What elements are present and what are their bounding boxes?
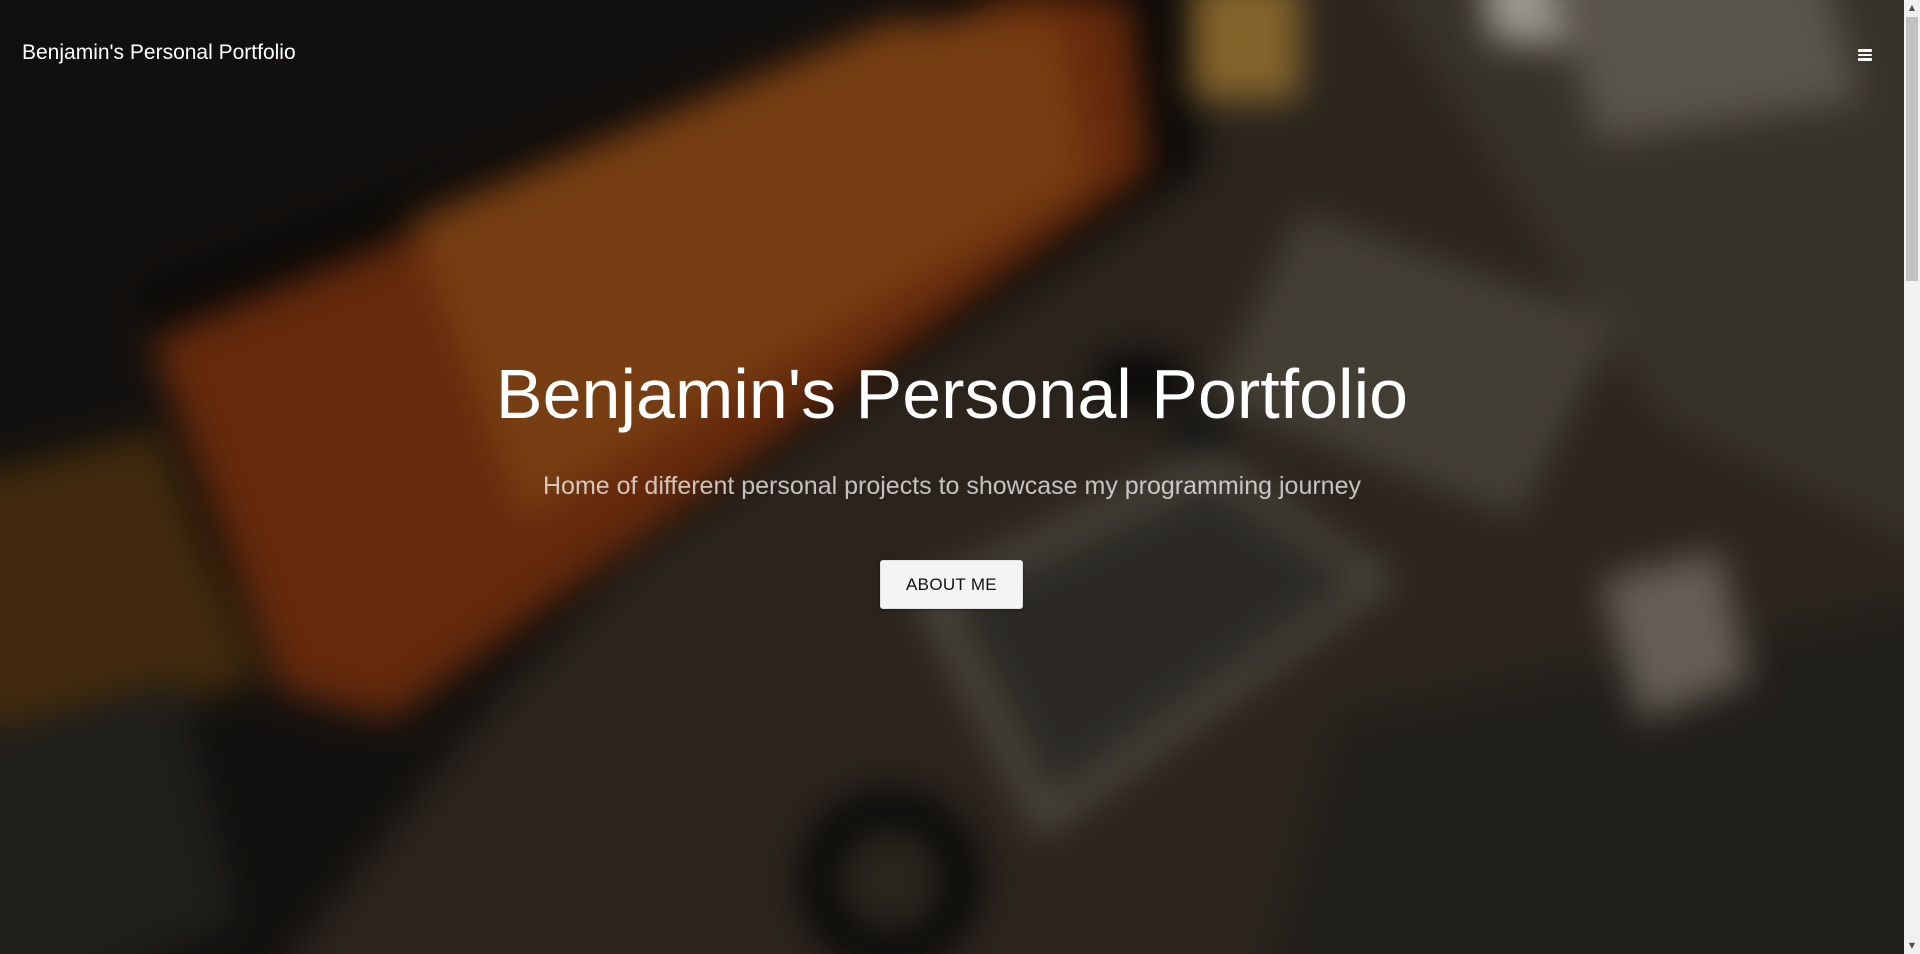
hero-title: Benjamin's Personal Portfolio — [495, 355, 1409, 433]
hero-content: Benjamin's Personal Portfolio Home of di… — [0, 0, 1904, 954]
about-me-button[interactable]: ABOUT ME — [880, 560, 1023, 609]
bars-icon — [1858, 49, 1872, 61]
top-navbar: Benjamin's Personal Portfolio — [0, 0, 1904, 106]
hero-section: Benjamin's Personal Portfolio Benjamin's… — [0, 0, 1904, 954]
scroll-up-arrow-icon[interactable]: ▲ — [1904, 0, 1920, 16]
page-viewport: Benjamin's Personal Portfolio Benjamin's… — [0, 0, 1904, 954]
hero-subtitle: Home of different personal projects to s… — [543, 472, 1361, 500]
navbar-brand-link[interactable]: Benjamin's Personal Portfolio — [22, 40, 296, 66]
page-scrollbar[interactable]: ▲ ▼ — [1904, 0, 1920, 954]
scroll-down-arrow-icon[interactable]: ▼ — [1904, 938, 1920, 954]
menu-toggle-button[interactable] — [1848, 44, 1882, 66]
scrollbar-thumb[interactable] — [1906, 17, 1918, 281]
